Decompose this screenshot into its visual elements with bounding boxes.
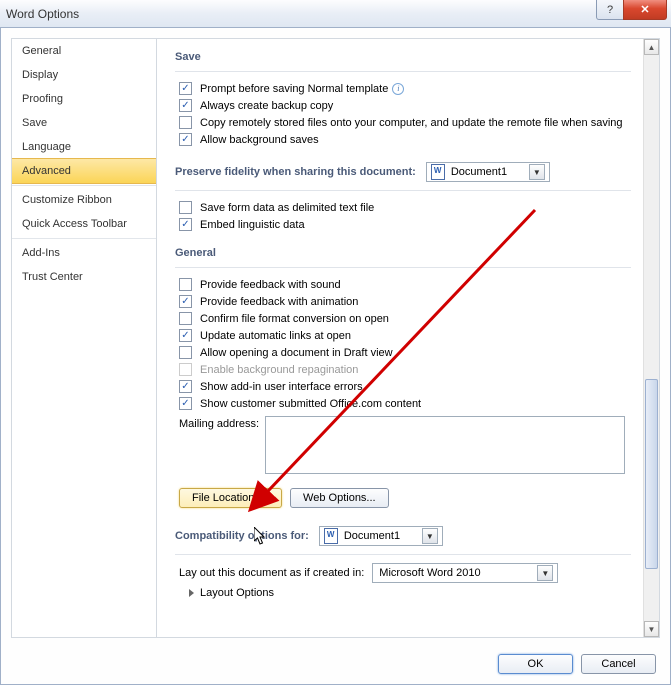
vertical-scrollbar[interactable]: ▲ ▼: [643, 39, 659, 637]
close-button[interactable]: ✕: [623, 0, 667, 20]
dialog-footer: OK Cancel: [498, 654, 656, 674]
layout-as-if-label: Lay out this document as if created in:: [179, 567, 364, 579]
option-row: ✓ Update automatic links at open: [179, 327, 631, 344]
main-panel: Save ✓ Prompt before saving Normal templa…: [157, 38, 660, 638]
option-row: ✓ Provide feedback with animation: [179, 293, 631, 310]
document-icon: [431, 164, 445, 180]
option-label: Update automatic links at open: [200, 330, 351, 342]
chevron-down-icon: ▼: [422, 528, 438, 544]
info-icon[interactable]: i: [392, 83, 404, 95]
option-row: ✓ Show customer submitted Office.com cont…: [179, 395, 631, 412]
option-label: Confirm file format conversion on open: [200, 313, 389, 325]
titlebar: Word Options ? ✕: [0, 0, 671, 28]
section-preserve-heading: Preserve fidelity when sharing this docu…: [175, 166, 416, 178]
option-row: Enable background repagination: [179, 361, 631, 378]
sidebar-item-advanced[interactable]: Advanced: [12, 158, 156, 184]
option-label: Prompt before saving Normal template: [200, 83, 388, 95]
option-row: ✓ Always create backup copy: [179, 97, 631, 114]
option-row: ✓ Allow background saves: [179, 131, 631, 148]
checkbox[interactable]: [179, 312, 192, 325]
dialog-body: General Display Proofing Save Language A…: [0, 28, 671, 685]
option-label: Allow opening a document in Draft view: [200, 347, 393, 359]
section-compat-heading: Compatibility options for:: [175, 530, 309, 542]
option-row: ✓ Prompt before saving Normal template i: [179, 80, 631, 97]
compat-document-dropdown[interactable]: Document1 ▼: [319, 526, 443, 546]
section-preserve-heading-row: Preserve fidelity when sharing this docu…: [175, 158, 631, 191]
section-compat-heading-row: Compatibility options for: Document1 ▼: [175, 522, 631, 555]
sidebar-item-quick-access-toolbar[interactable]: Quick Access Toolbar: [12, 212, 156, 236]
scroll-thumb[interactable]: [645, 379, 658, 569]
expand-triangle-icon[interactable]: [189, 589, 194, 597]
sidebar-item-save[interactable]: Save: [12, 111, 156, 135]
checkbox[interactable]: ✓: [179, 133, 192, 146]
checkbox[interactable]: ✓: [179, 329, 192, 342]
checkbox[interactable]: ✓: [179, 380, 192, 393]
option-row: Provide feedback with sound: [179, 276, 631, 293]
layout-options-expander[interactable]: Layout Options: [200, 587, 274, 599]
scroll-up-button[interactable]: ▲: [644, 39, 659, 55]
option-row: ✓ Show add-in user interface errors: [179, 378, 631, 395]
sidebar-item-add-ins[interactable]: Add-Ins: [12, 241, 156, 265]
option-row: ✓ Embed linguistic data: [179, 216, 631, 233]
option-row: Save form data as delimited text file: [179, 199, 631, 216]
option-label: Always create backup copy: [200, 100, 333, 112]
sidebar-item-proofing[interactable]: Proofing: [12, 87, 156, 111]
scroll-down-button[interactable]: ▼: [644, 621, 659, 637]
option-label: Provide feedback with animation: [200, 296, 358, 308]
window-buttons: ? ✕: [596, 0, 667, 20]
option-label: Embed linguistic data: [200, 219, 305, 231]
document-icon: [324, 528, 338, 544]
window-title: Word Options: [6, 7, 79, 21]
sidebar-item-trust-center[interactable]: Trust Center: [12, 265, 156, 289]
sidebar-item-customize-ribbon[interactable]: Customize Ribbon: [12, 188, 156, 212]
checkbox[interactable]: ✓: [179, 295, 192, 308]
sidebar-item-display[interactable]: Display: [12, 63, 156, 87]
web-options-button[interactable]: Web Options...: [290, 488, 389, 508]
option-label: Save form data as delimited text file: [200, 202, 374, 214]
checkbox[interactable]: [179, 116, 192, 129]
sidebar: General Display Proofing Save Language A…: [11, 38, 157, 638]
mailing-address-input[interactable]: [265, 416, 625, 474]
option-label: Show add-in user interface errors: [200, 381, 363, 393]
option-label: Copy remotely stored files onto your com…: [200, 117, 623, 129]
preserve-document-dropdown[interactable]: Document1 ▼: [426, 162, 550, 182]
option-label: Show customer submitted Office.com conte…: [200, 398, 421, 410]
cancel-button[interactable]: Cancel: [581, 654, 656, 674]
option-label: Allow background saves: [200, 134, 319, 146]
option-row: Copy remotely stored files onto your com…: [179, 114, 631, 131]
checkbox[interactable]: [179, 201, 192, 214]
option-row: Allow opening a document in Draft view: [179, 344, 631, 361]
ok-button[interactable]: OK: [498, 654, 573, 674]
content-area: General Display Proofing Save Language A…: [11, 38, 660, 638]
checkbox[interactable]: ✓: [179, 82, 192, 95]
chevron-down-icon: ▼: [529, 164, 545, 180]
section-general-heading: General: [175, 243, 631, 268]
chevron-down-icon: ▼: [537, 565, 553, 581]
help-button[interactable]: ?: [596, 0, 624, 20]
checkbox[interactable]: [179, 278, 192, 291]
checkbox: [179, 363, 192, 376]
mailing-address-label: Mailing address:: [179, 416, 259, 430]
option-row: Confirm file format conversion on open: [179, 310, 631, 327]
checkbox[interactable]: ✓: [179, 99, 192, 112]
checkbox[interactable]: ✓: [179, 397, 192, 410]
option-label: Enable background repagination: [200, 364, 358, 376]
checkbox[interactable]: ✓: [179, 218, 192, 231]
sidebar-item-general[interactable]: General: [12, 39, 156, 63]
layout-as-if-dropdown[interactable]: Microsoft Word 2010 ▼: [372, 563, 558, 583]
option-label: Provide feedback with sound: [200, 279, 341, 291]
main-scroll: Save ✓ Prompt before saving Normal templa…: [157, 39, 643, 637]
file-locations-button[interactable]: File Locations...: [179, 488, 282, 508]
checkbox[interactable]: [179, 346, 192, 359]
section-save-heading: Save: [175, 47, 631, 72]
sidebar-item-language[interactable]: Language: [12, 135, 156, 159]
